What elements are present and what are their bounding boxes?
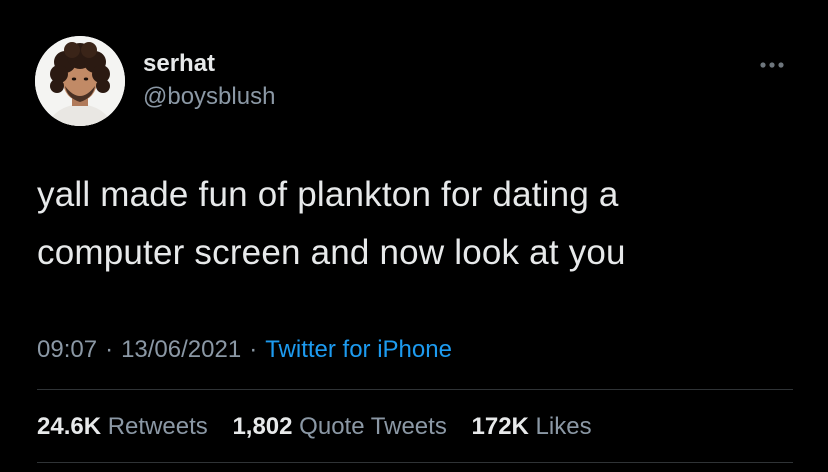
quote-tweets-count: 1,802 <box>232 413 293 440</box>
tweet-body: yall made fun of plankton for dating a c… <box>37 166 797 282</box>
retweets-label: Retweets <box>107 413 208 440</box>
tweet-text-line: computer screen and now look at you <box>37 233 626 272</box>
avatar[interactable] <box>35 36 125 126</box>
tweet-meta: 09:07 · 13/06/2021 · Twitter for iPhone <box>37 334 452 366</box>
tweet-card: serhat @boysblush yall made fun of plank… <box>0 0 828 472</box>
likes-stat[interactable]: 172K Likes <box>472 411 592 443</box>
quote-tweets-stat[interactable]: 1,802 Quote Tweets <box>232 411 446 443</box>
user-info: serhat @boysblush <box>143 50 275 112</box>
likes-label: Likes <box>535 413 592 440</box>
tweet-text-line: yall made fun of plankton for dating a <box>37 175 619 214</box>
tweet-time[interactable]: 09:07 <box>37 336 97 363</box>
divider <box>37 462 793 463</box>
divider <box>37 389 793 390</box>
more-dots-icon <box>760 62 784 68</box>
meta-separator: · <box>249 336 258 363</box>
tweet-source-link[interactable]: Twitter for iPhone <box>265 336 452 363</box>
tweet-stats: 24.6K Retweets 1,802 Quote Tweets 172K L… <box>37 411 610 443</box>
avatar-photo-icon <box>35 36 125 126</box>
retweets-stat[interactable]: 24.6K Retweets <box>37 411 208 443</box>
more-options-button[interactable] <box>754 56 790 74</box>
user-handle[interactable]: @boysblush <box>143 82 275 112</box>
tweet-date[interactable]: 13/06/2021 <box>121 336 241 363</box>
likes-count: 172K <box>471 413 529 440</box>
meta-separator: · <box>105 336 114 363</box>
quote-tweets-label: Quote Tweets <box>299 413 447 440</box>
retweets-count: 24.6K <box>37 413 102 440</box>
display-name[interactable]: serhat <box>143 50 275 78</box>
